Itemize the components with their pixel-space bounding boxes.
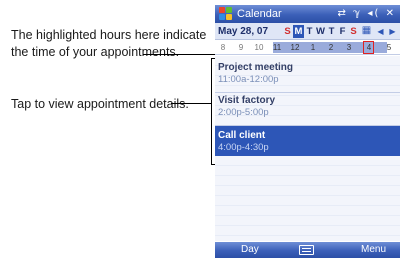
day-wed[interactable]: W (315, 25, 326, 38)
appointment-title: Call client (218, 130, 266, 141)
details-callout-bracket (211, 58, 212, 165)
phone-screen: Calendar ⇄ ℽ ◂( ✕ May 28, 07 S M T W T F… (215, 5, 400, 258)
details-callout-leader (171, 103, 211, 104)
hour-bar[interactable]: 8 9 10 11 12 1 2 3 4 5 (215, 40, 400, 55)
next-week-icon[interactable]: ▶ (388, 25, 397, 38)
appointment-list: Project meeting 11:00a-12:00p Visit fact… (215, 56, 400, 241)
current-date[interactable]: May 28, 07 (218, 25, 268, 38)
soft-key-bar: Day Menu (215, 242, 400, 258)
hour-label: 9 (238, 43, 244, 52)
hour-label: 10 (254, 43, 264, 52)
hour-label: 3 (346, 43, 352, 52)
current-time-marker (363, 41, 374, 54)
day-thu[interactable]: T (326, 25, 337, 38)
hour-label: 2 (328, 43, 334, 52)
hour-label: 1 (310, 43, 316, 52)
menu-softkey[interactable]: Menu (361, 244, 386, 256)
hour-label: 5 (386, 43, 392, 52)
day-fri[interactable]: F (337, 25, 348, 38)
appointment-title: Visit factory (218, 95, 276, 106)
day-mon[interactable]: M (293, 25, 304, 38)
windows-flag-icon[interactable] (219, 7, 233, 21)
week-day-selector: S M T W T F S (282, 25, 359, 38)
hours-callout: The highlighted hours here indicate the … (11, 28, 207, 59)
hour-label: 11 (272, 43, 282, 52)
divider (215, 92, 400, 93)
title-bar: Calendar ⇄ ℽ ◂( ✕ (215, 5, 400, 23)
hour-label: 8 (220, 43, 226, 52)
day-sat[interactable]: S (348, 25, 359, 38)
appointment-time: 11:00a-12:00p (218, 74, 279, 85)
appointment-time: 4:00p-4:30p (218, 142, 269, 153)
calendar-icon[interactable]: ▦ (361, 25, 372, 37)
details-callout: Tap to view appointment details. (11, 97, 189, 111)
prev-week-icon[interactable]: ◀ (376, 25, 385, 38)
status-icons[interactable]: ⇄ ℽ ◂( ✕ (338, 7, 397, 21)
hour-label: 12 (290, 43, 300, 52)
date-row: May 28, 07 S M T W T F S ▦ ◀ ▶ (215, 23, 400, 40)
app-title: Calendar (237, 8, 282, 20)
day-sun[interactable]: S (282, 25, 293, 38)
keyboard-icon[interactable] (299, 245, 314, 255)
day-softkey[interactable]: Day (241, 244, 259, 256)
appointment-item[interactable]: Project meeting 11:00a-12:00p (215, 61, 400, 90)
appointment-item-selected[interactable]: Call client 4:00p-4:30p (215, 126, 400, 156)
appointment-title: Project meeting (218, 62, 294, 73)
day-tue[interactable]: T (304, 25, 315, 38)
appointment-time: 2:00p-5:00p (218, 107, 269, 118)
appointment-item[interactable]: Visit factory 2:00p-5:00p (215, 94, 400, 123)
